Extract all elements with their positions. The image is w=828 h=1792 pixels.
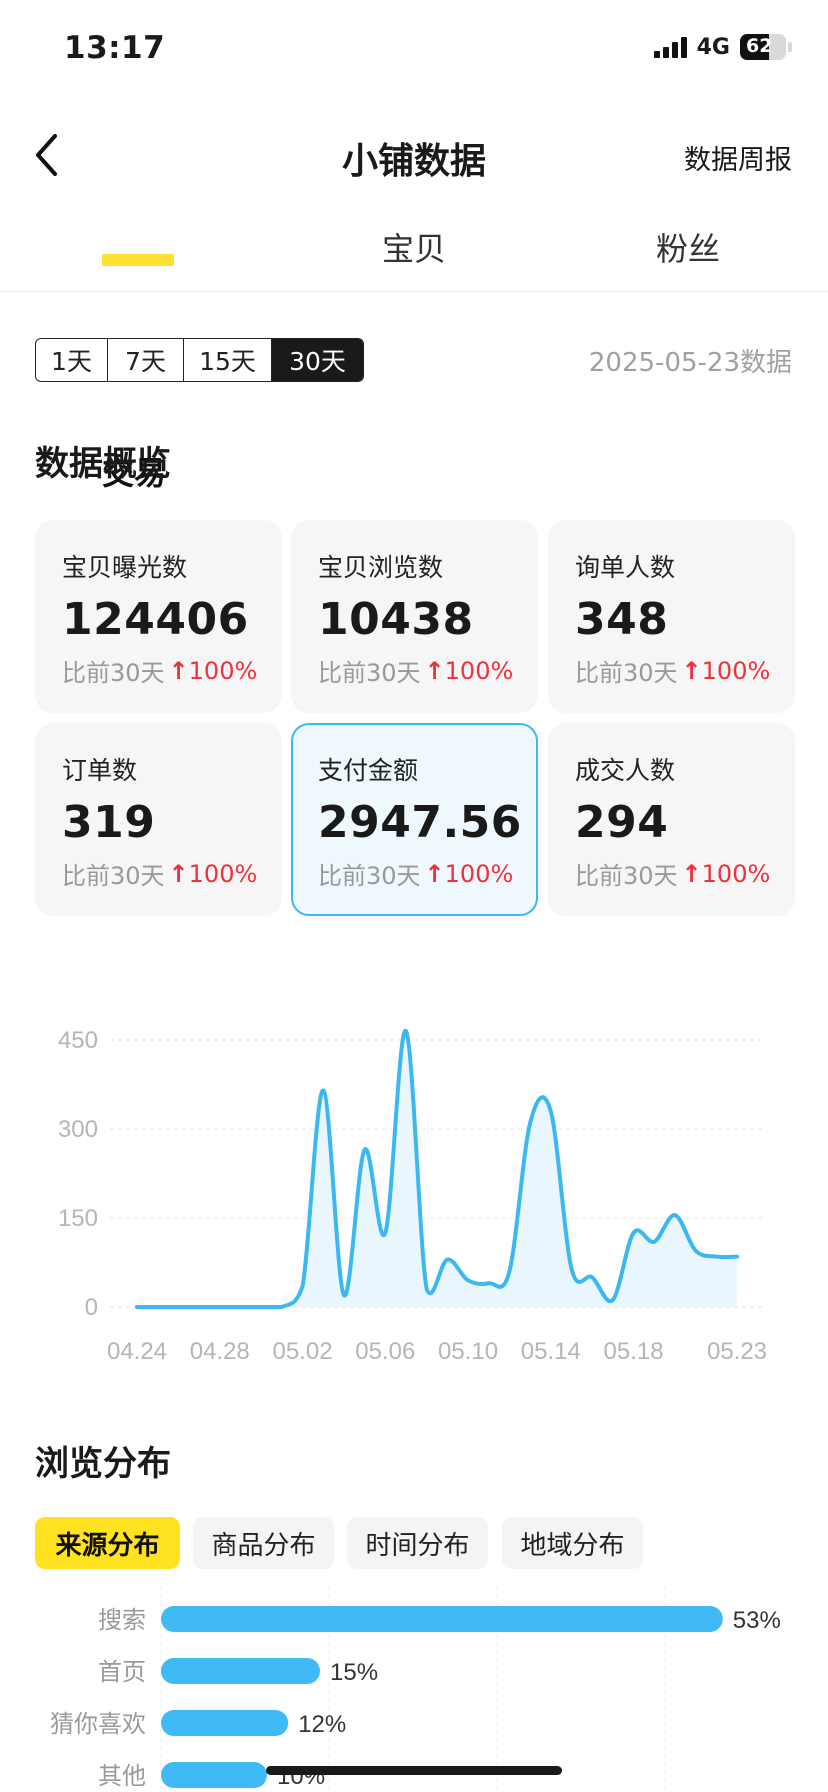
battery-icon: 62 xyxy=(740,34,792,60)
x-tick-label: 04.28 xyxy=(190,1338,250,1365)
metric-compare: 比前30天 ↑ 100% xyxy=(62,859,258,891)
metric-value: 348 xyxy=(575,594,669,645)
bar-value-label: 53% xyxy=(733,1607,781,1634)
metric-card-exposure[interactable]: 宝贝曝光数 124406 比前30天 ↑ 100% xyxy=(35,520,282,713)
metric-compare: 比前30天 ↑ 100% xyxy=(318,656,514,688)
metric-card-inquiries[interactable]: 询单人数 348 比前30天 ↑ 100% xyxy=(548,520,795,713)
y-tick-label: 300 xyxy=(58,1116,98,1143)
y-tick-label: 450 xyxy=(58,1027,98,1054)
tab-region-distribution[interactable]: 地域分布 xyxy=(502,1517,643,1569)
home-indicator xyxy=(266,1766,562,1775)
range-option-30d[interactable]: 30天 xyxy=(272,339,363,381)
x-tick-label: 05.23 xyxy=(707,1338,767,1365)
network-type: 4G xyxy=(696,34,730,60)
range-option-15d[interactable]: 15天 xyxy=(184,339,272,381)
overview-title: 数据概览 xyxy=(35,444,171,484)
metric-label: 宝贝浏览数 xyxy=(318,553,444,582)
battery-percent: 62 xyxy=(746,35,773,57)
bar-category-label: 猜你喜欢 xyxy=(50,1710,146,1738)
bar xyxy=(161,1710,289,1736)
arrow-up-icon: ↑ xyxy=(168,656,189,685)
bar-category-label: 其他 xyxy=(98,1762,146,1790)
metric-label: 订单数 xyxy=(62,756,138,785)
metric-label: 询单人数 xyxy=(575,553,676,582)
tabs-divider xyxy=(0,291,828,292)
arrow-up-icon: ↑ xyxy=(424,859,445,888)
tab-item-distribution[interactable]: 商品分布 xyxy=(193,1517,334,1569)
metric-card-payment[interactable]: 支付金额 2947.56 比前30天 ↑ 100% xyxy=(291,723,538,916)
weekly-report-link[interactable]: 数据周报 xyxy=(684,138,792,177)
tab-fans[interactable]: 粉丝 xyxy=(656,224,720,270)
metric-value: 2947.56 xyxy=(318,797,522,848)
bar-value-label: 12% xyxy=(298,1711,346,1738)
trend-area xyxy=(137,1030,737,1307)
arrow-up-icon: ↑ xyxy=(681,656,702,685)
source-bar-chart: 搜索 53%首页 15%猜你喜欢 12%其他 10% xyxy=(50,1585,781,1792)
distribution-title: 浏览分布 xyxy=(35,1444,171,1484)
metric-value: 10438 xyxy=(318,594,474,645)
signal-icon xyxy=(653,36,687,58)
metric-value: 319 xyxy=(62,797,156,848)
metric-label: 宝贝曝光数 xyxy=(62,553,188,582)
metric-label: 支付金额 xyxy=(318,756,419,785)
tab-trade[interactable]: 交易 xyxy=(102,224,174,492)
bar-category-label: 首页 xyxy=(98,1658,146,1686)
range-option-1d[interactable]: 1天 xyxy=(36,339,108,381)
metric-card-buyers[interactable]: 成交人数 294 比前30天 ↑ 100% xyxy=(548,723,795,916)
metric-compare: 比前30天 ↑ 100% xyxy=(62,656,258,688)
status-indicators: 4G 62 xyxy=(653,34,792,60)
x-tick-label: 05.10 xyxy=(438,1338,498,1365)
bar-value-label: 15% xyxy=(330,1659,378,1686)
metric-compare: 比前30天 ↑ 100% xyxy=(575,859,771,891)
bar xyxy=(161,1658,320,1684)
y-tick-label: 150 xyxy=(58,1205,98,1232)
tab-time-distribution[interactable]: 时间分布 xyxy=(347,1517,488,1569)
range-option-7d[interactable]: 7天 xyxy=(108,339,184,381)
metric-compare: 比前30天 ↑ 100% xyxy=(318,859,514,891)
tab-items[interactable]: 宝贝 xyxy=(382,224,446,270)
arrow-up-icon: ↑ xyxy=(681,859,702,888)
x-tick-label: 05.18 xyxy=(604,1338,664,1365)
metric-card-orders[interactable]: 订单数 319 比前30天 ↑ 100% xyxy=(35,723,282,916)
range-selector: 1天 7天 15天 30天 xyxy=(35,338,364,382)
x-tick-label: 05.06 xyxy=(355,1338,415,1365)
x-tick-label: 04.24 xyxy=(107,1338,167,1365)
x-tick-label: 05.14 xyxy=(521,1338,581,1365)
metric-card-views[interactable]: 宝贝浏览数 10438 比前30天 ↑ 100% xyxy=(291,520,538,713)
x-tick-label: 05.02 xyxy=(272,1338,332,1365)
metric-value: 294 xyxy=(575,797,669,848)
bar xyxy=(161,1606,723,1632)
metric-value: 124406 xyxy=(62,594,249,645)
arrow-up-icon: ↑ xyxy=(424,656,445,685)
trend-chart[interactable]: 450 300 150 0 04.24 04.28 05.02 05.06 05.10 05.14… xyxy=(0,990,828,1380)
tab-active-indicator xyxy=(102,254,174,266)
arrow-up-icon: ↑ xyxy=(168,859,189,888)
metric-compare: 比前30天 ↑ 100% xyxy=(575,656,771,688)
data-date: 2025-05-23数据 xyxy=(588,348,792,378)
bar-category-label: 搜索 xyxy=(98,1606,146,1634)
y-tick-label: 0 xyxy=(85,1294,98,1321)
metric-label: 成交人数 xyxy=(575,756,676,785)
tab-source-distribution[interactable]: 来源分布 xyxy=(35,1517,180,1569)
bar xyxy=(161,1762,267,1788)
status-time: 13:17 xyxy=(64,30,166,66)
